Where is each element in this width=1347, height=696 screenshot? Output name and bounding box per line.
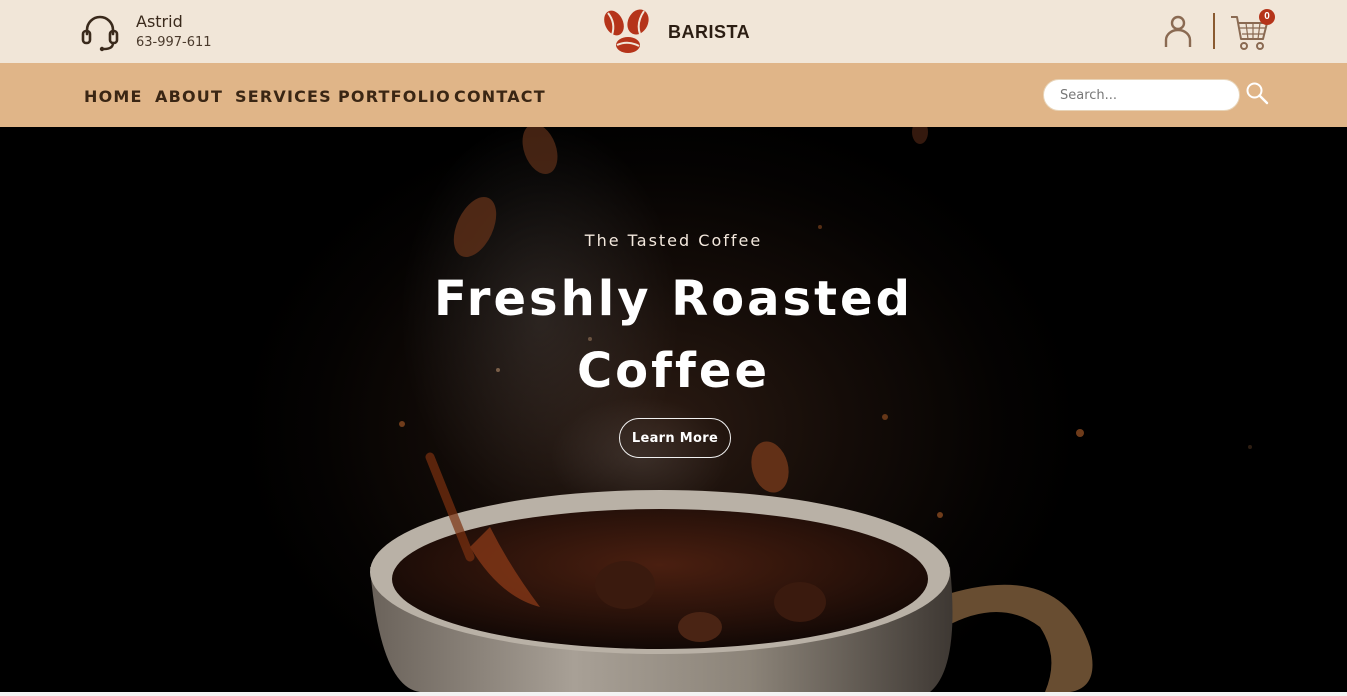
cart-count-badge: 0 bbox=[1259, 9, 1275, 25]
learn-more-button[interactable]: Learn More bbox=[619, 418, 731, 458]
hero-banner: The Tasted Coffee Freshly Roasted Coffee… bbox=[0, 127, 1347, 692]
search-icon bbox=[1246, 82, 1269, 105]
nav-services[interactable]: SERVICES bbox=[235, 87, 332, 106]
hero-subtitle: The Tasted Coffee bbox=[584, 231, 763, 250]
coffee-beans-logo bbox=[604, 9, 649, 53]
headset-icon bbox=[81, 15, 119, 52]
main-nav: HOME ABOUT SERVICES PORTFOLIO CONTACT bbox=[0, 63, 1347, 127]
page-bottom-edge bbox=[0, 692, 1347, 696]
nav-portfolio[interactable]: PORTFOLIO bbox=[338, 87, 451, 106]
search-input[interactable] bbox=[1043, 79, 1240, 111]
brand-name: BARISTA bbox=[668, 22, 751, 42]
hero-title: Freshly Roasted Coffee bbox=[0, 263, 1347, 407]
contact-name: Astrid bbox=[136, 12, 183, 31]
search-button[interactable] bbox=[1245, 81, 1269, 105]
nav-home[interactable]: HOME bbox=[84, 87, 143, 106]
user-icon bbox=[1164, 15, 1192, 47]
contact-phone[interactable]: 63-997-611 bbox=[136, 35, 212, 50]
top-bar: Astrid 63-997-611 BARISTA 0 bbox=[0, 0, 1347, 63]
header-divider bbox=[1213, 13, 1215, 49]
hero-title-line-2: Coffee bbox=[576, 343, 771, 399]
contact-info: Astrid 63-997-611 bbox=[80, 11, 280, 53]
cart-button[interactable]: 0 bbox=[1228, 9, 1275, 53]
nav-about[interactable]: ABOUT bbox=[155, 87, 223, 106]
user-account-button[interactable] bbox=[1162, 13, 1194, 49]
brand[interactable]: BARISTA bbox=[600, 5, 760, 57]
hero-title-line-1: Freshly Roasted bbox=[434, 271, 913, 327]
nav-contact[interactable]: CONTACT bbox=[454, 87, 546, 106]
coffee-cup-photo bbox=[370, 127, 1252, 692]
